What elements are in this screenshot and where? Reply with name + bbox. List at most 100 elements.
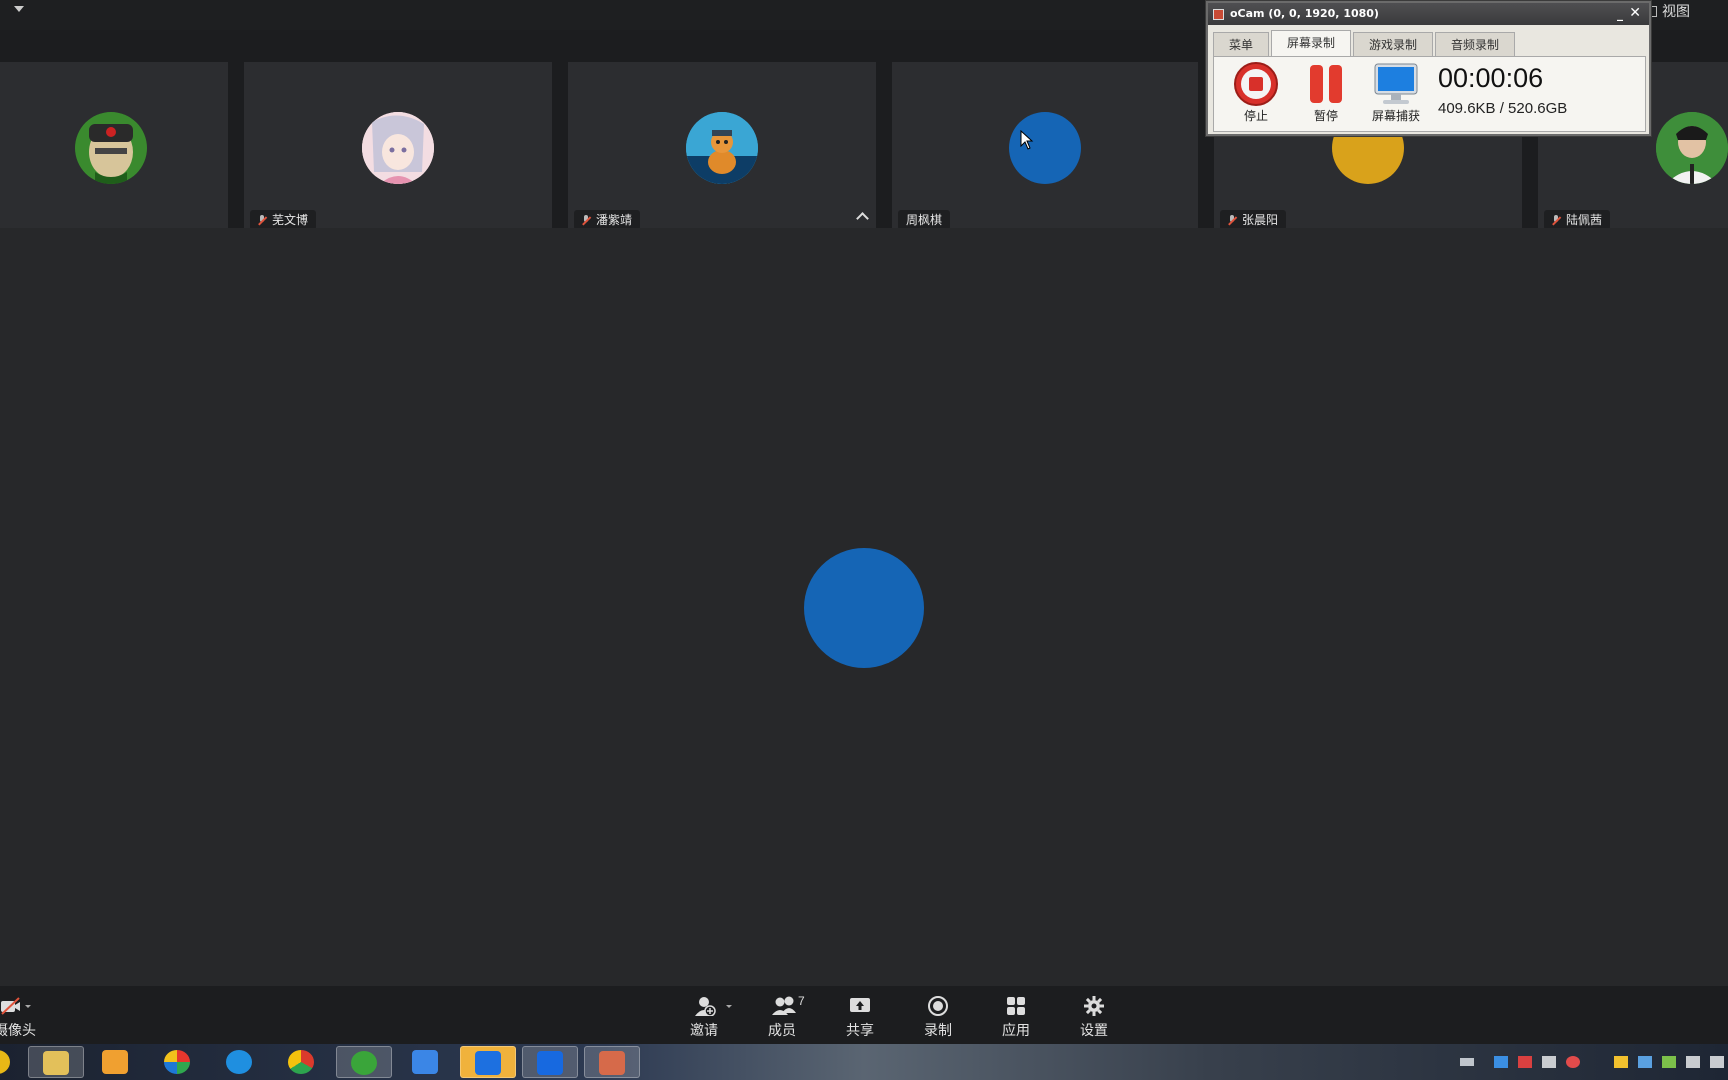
avatar (1656, 112, 1728, 184)
bird-app-icon (412, 1050, 438, 1074)
avatar (75, 112, 147, 184)
tab-game-record[interactable]: 游戏录制 (1353, 32, 1434, 57)
meeting-controls: 开摄像头 邀请 7 成员 共享 录制 应用 设置 (0, 986, 1728, 1044)
taskbar (0, 1044, 1728, 1080)
member-count: 7 (798, 996, 805, 1008)
pause-label: 暂停 (1313, 109, 1338, 123)
participant-tile[interactable] (0, 62, 228, 234)
taskbar-app[interactable] (88, 1046, 144, 1078)
participant-name: 潘紫靖 (596, 213, 633, 227)
shield-icon[interactable] (1638, 1056, 1652, 1068)
gear-icon (1083, 996, 1105, 1016)
share-button[interactable]: 共享 (830, 996, 890, 1040)
mouse-cursor-icon (1020, 130, 1034, 150)
ocam-title: oCam (0, 0, 1920, 1080) (1230, 7, 1379, 20)
ocam-title-bar[interactable]: oCam (0, 0, 1920, 1080) _ ✕ (1208, 3, 1649, 25)
stop-label: 停止 (1243, 109, 1268, 123)
speaker-icon[interactable] (1686, 1056, 1700, 1068)
view-toggle[interactable]: 视图 (1648, 1, 1690, 21)
ocam-logo-icon (1213, 9, 1224, 20)
speaker-avatar (804, 548, 924, 668)
record-icon (927, 996, 949, 1016)
close-icon[interactable]: ✕ (1629, 2, 1641, 24)
invite-button[interactable]: 邀请 (674, 996, 734, 1040)
browser-icon (226, 1050, 252, 1074)
camera-button[interactable]: 开摄像头 (0, 996, 38, 1040)
flower-app-icon (164, 1050, 190, 1074)
share-label: 共享 (846, 1022, 874, 1038)
mic-muted-icon (258, 215, 266, 226)
keyboard-icon[interactable] (1460, 1058, 1474, 1066)
participant-tile[interactable]: 周枫棋 (892, 62, 1198, 234)
participant-name: 陆佩茜 (1566, 213, 1603, 227)
mic-muted-icon (582, 215, 590, 226)
minimize-icon[interactable]: _ (1617, 3, 1623, 25)
ocam-panel: 停止 暂停 屏幕捕获 00:00:06 409.6KB / 520.6GB (1213, 56, 1646, 132)
view-label: 视图 (1662, 3, 1690, 19)
add-user-icon (693, 996, 732, 1017)
apps-button[interactable]: 应用 (986, 996, 1046, 1040)
dropdown-caret-icon[interactable] (14, 6, 24, 12)
taskbar-app[interactable] (0, 1046, 10, 1078)
pause-icon (1303, 61, 1349, 107)
monitor-icon (1373, 61, 1419, 107)
taskbar-app[interactable] (336, 1046, 392, 1078)
participant-name-tag: 芜文博 (250, 210, 317, 230)
participant-name: 芜文博 (272, 213, 309, 227)
record-tray-icon[interactable] (1566, 1056, 1580, 1068)
participant-name: 张晨阳 (1242, 213, 1279, 227)
ocam-tabs: 菜单 屏幕录制 游戏录制 音频录制 (1213, 30, 1517, 57)
taskbar-app[interactable] (28, 1046, 84, 1078)
apps-label: 应用 (1002, 1022, 1030, 1038)
camera-off-icon (0, 996, 31, 1016)
tab-screen-record[interactable]: 屏幕录制 (1271, 30, 1352, 57)
members-button[interactable]: 7 成员 (752, 994, 812, 1040)
taskbar-app[interactable] (584, 1046, 640, 1078)
volume-icon[interactable] (1542, 1056, 1556, 1068)
start-app-icon (0, 1050, 10, 1074)
mic-muted-icon (1552, 215, 1560, 226)
avatar (686, 112, 758, 184)
participant-tile[interactable]: 芜文博 (244, 62, 552, 234)
taskbar-app[interactable] (522, 1046, 578, 1078)
share-screen-icon (849, 996, 871, 1016)
sync-app-icon (351, 1051, 377, 1075)
taskbar-app[interactable] (274, 1046, 330, 1078)
settings-button[interactable]: 设置 (1064, 996, 1124, 1040)
feishu-icon (475, 1051, 501, 1075)
tab-audio-record[interactable]: 音频录制 (1435, 32, 1516, 57)
chrome-icon (288, 1050, 314, 1074)
tab-menu[interactable]: 菜单 (1213, 32, 1270, 57)
members-icon: 7 (771, 994, 805, 1016)
participant-name-tag: 周枫棋 (898, 210, 951, 230)
tray-app-icon[interactable] (1614, 1056, 1628, 1068)
signal-icon[interactable] (1710, 1056, 1724, 1068)
telegram-tray-icon[interactable] (1494, 1056, 1508, 1068)
pause-button[interactable]: 暂停 (1296, 61, 1356, 124)
capture-label: 屏幕捕获 (1371, 109, 1420, 123)
media-player-icon (102, 1050, 128, 1074)
ocam-app-icon (599, 1051, 625, 1075)
record-button[interactable]: 录制 (908, 996, 968, 1040)
taskbar-app[interactable] (460, 1046, 516, 1078)
collapse-strip-chevron-icon[interactable] (856, 211, 870, 221)
taskbar-app[interactable] (398, 1046, 454, 1078)
members-label: 成员 (768, 1022, 796, 1038)
mic-muted-icon (1228, 215, 1236, 226)
taskbar-app[interactable] (150, 1046, 206, 1078)
apps-grid-icon (1005, 996, 1027, 1016)
participant-tile[interactable]: 潘紫靖 (568, 62, 876, 234)
network-icon[interactable] (1662, 1056, 1676, 1068)
taskbar-app[interactable] (212, 1046, 268, 1078)
ocam-window: oCam (0, 0, 1920, 1080) _ ✕ 菜单 屏幕录制 游戏录制… (1206, 1, 1651, 136)
invite-label: 邀请 (690, 1022, 718, 1038)
stop-button[interactable]: 停止 (1226, 61, 1286, 124)
camera-label: 开摄像头 (0, 1022, 36, 1038)
record-label: 录制 (924, 1022, 952, 1038)
file-explorer-icon (43, 1051, 69, 1075)
capture-button[interactable]: 屏幕捕获 (1366, 61, 1426, 124)
tray-app-icon[interactable] (1518, 1056, 1532, 1068)
participant-name-tag: 陆佩茜 (1544, 210, 1611, 230)
file-size: 409.6KB / 520.6GB (1438, 100, 1568, 117)
participant-name: 周枫棋 (906, 213, 943, 227)
